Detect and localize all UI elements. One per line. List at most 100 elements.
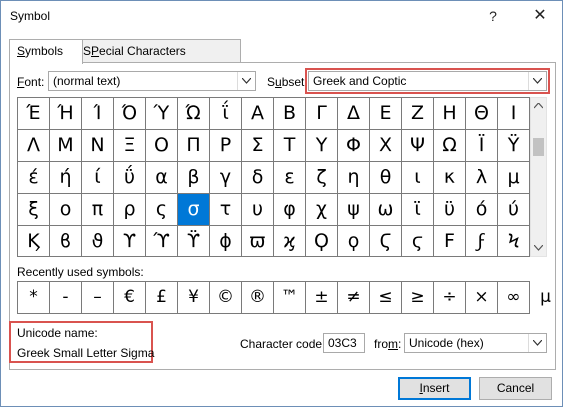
symbol-cell[interactable]: ϖ [242,226,274,257]
symbol-cell[interactable]: ο [50,194,82,226]
symbol-cell[interactable]: ϐ [50,226,82,257]
symbol-cell[interactable]: ϑ [82,226,114,257]
symbol-cell[interactable]: Γ [306,98,338,130]
recent-symbol-cell[interactable]: © [210,282,242,313]
symbol-cell[interactable]: ω [370,194,402,226]
cancel-button[interactable]: Cancel [479,377,552,400]
symbol-cell[interactable]: θ [370,162,402,194]
symbol-cell[interactable]: Ί [82,98,114,130]
symbol-cell[interactable]: ϛ [402,226,434,257]
symbol-cell[interactable]: Υ [306,130,338,162]
symbol-cell[interactable]: Ϋ [498,130,529,162]
symbol-cell[interactable]: Φ [338,130,370,162]
symbol-cell[interactable]: ϝ [466,226,498,257]
symbol-cell[interactable]: Έ [18,98,50,130]
symbol-cell[interactable]: ϙ [338,226,370,257]
symbol-cell[interactable]: ΐ [210,98,242,130]
symbol-cell[interactable]: ΰ [114,162,146,194]
scroll-thumb[interactable] [533,138,544,156]
symbol-cell[interactable]: μ [498,162,529,194]
symbol-cell[interactable]: ζ [306,162,338,194]
symbol-cell[interactable]: Μ [50,130,82,162]
recent-symbol-cell[interactable]: - [50,282,82,313]
recent-symbol-cell[interactable]: ≥ [402,282,434,313]
symbol-cell[interactable]: Ε [370,98,402,130]
symbol-cell[interactable]: Ή [50,98,82,130]
symbol-cell[interactable]: Η [434,98,466,130]
tab-special-characters[interactable]: SPecial Characters [75,39,241,62]
recent-symbol-cell[interactable]: € [114,282,146,313]
symbol-cell[interactable]: ό [466,194,498,226]
symbol-cell[interactable]: η [338,162,370,194]
recent-symbol-cell[interactable]: ¥ [178,282,210,313]
recent-symbol-cell[interactable]: £ [146,282,178,313]
symbol-cell[interactable]: τ [210,194,242,226]
recent-symbol-cell[interactable]: ™ [274,282,306,313]
symbol-cell[interactable]: ϕ [210,226,242,257]
symbol-cell[interactable]: γ [210,162,242,194]
symbol-cell[interactable]: ύ [498,194,529,226]
symbol-cell[interactable]: Ρ [210,130,242,162]
recent-symbol-cell[interactable]: – [82,282,114,313]
symbol-cell[interactable]: έ [18,162,50,194]
character-code-input[interactable]: 03C3 [323,333,365,353]
symbol-cell[interactable]: ϋ [434,194,466,226]
symbol-cell[interactable]: Β [274,98,306,130]
symbol-cell[interactable]: Χ [370,130,402,162]
symbol-cell[interactable]: Α [242,98,274,130]
recent-symbol-cell[interactable]: ± [306,282,338,313]
symbol-cell[interactable]: Ζ [402,98,434,130]
from-dropdown[interactable]: Unicode (hex) [404,333,547,353]
symbol-cell[interactable]: Ν [82,130,114,162]
symbol-cell[interactable]: Ϟ [498,226,529,257]
symbol-cell[interactable]: ϗ [274,226,306,257]
close-button[interactable]: ✕ [527,5,553,27]
symbol-cell[interactable]: ε [274,162,306,194]
help-button[interactable]: ? [480,5,506,27]
recent-symbol-cell[interactable]: ® [242,282,274,313]
symbol-cell[interactable]: ϔ [178,226,210,257]
insert-button[interactable]: Insert [398,377,471,400]
symbol-cell[interactable]: Ύ [146,98,178,130]
symbol-cell[interactable]: π [82,194,114,226]
symbol-cell[interactable]: ι [402,162,434,194]
symbol-cell[interactable]: Ϛ [370,226,402,257]
symbol-cell[interactable]: α [146,162,178,194]
recent-symbol-cell[interactable]: ∞ [498,282,530,313]
symbol-cell[interactable]: Ι [498,98,529,130]
scroll-up-button[interactable] [531,98,546,114]
recent-symbol-cell[interactable]: µ [530,282,561,313]
symbol-cell[interactable]: Ϊ [466,130,498,162]
symbol-cell[interactable]: Τ [274,130,306,162]
symbol-cell[interactable]: ρ [114,194,146,226]
symbol-grid-scrollbar[interactable] [530,97,547,257]
recent-symbol-cell[interactable]: × [466,282,498,313]
symbol-cell[interactable]: Σ [242,130,274,162]
symbol-cell[interactable]: ϒ [114,226,146,257]
symbol-cell[interactable]: ϓ [146,226,178,257]
symbol-cell[interactable]: ή [50,162,82,194]
symbol-cell[interactable]: β [178,162,210,194]
symbol-cell[interactable]: χ [306,194,338,226]
symbol-cell[interactable]: Ω [434,130,466,162]
recent-symbol-cell[interactable]: * [18,282,50,313]
symbol-cell[interactable]: Ϙ [306,226,338,257]
recent-symbol-cell[interactable]: ≠ [338,282,370,313]
symbol-cell[interactable]: Ϝ [434,226,466,257]
tab-symbols[interactable]: Symbols [9,39,83,64]
symbol-cell[interactable]: ϊ [402,194,434,226]
symbol-cell[interactable]: δ [242,162,274,194]
symbol-cell[interactable]: λ [466,162,498,194]
scroll-down-button[interactable] [531,240,546,256]
symbol-cell[interactable]: Ξ [114,130,146,162]
font-dropdown[interactable]: (normal text) [48,71,256,91]
recent-symbol-cell[interactable]: ÷ [434,282,466,313]
font-dropdown-arrow[interactable] [237,72,255,90]
symbol-cell[interactable]: Δ [338,98,370,130]
symbol-cell[interactable]: ψ [338,194,370,226]
symbol-cell[interactable]: Ψ [402,130,434,162]
symbol-cell[interactable]: Ό [114,98,146,130]
symbol-cell[interactable]: Π [178,130,210,162]
symbol-cell[interactable]: Ϗ [18,226,50,257]
symbol-cell[interactable]: υ [242,194,274,226]
